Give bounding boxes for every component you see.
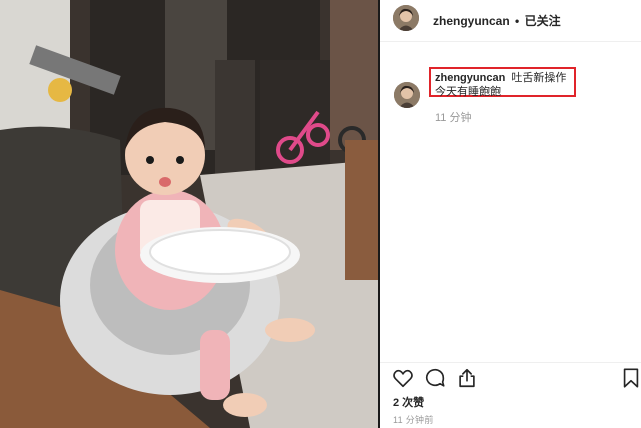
comment-avatar[interactable] bbox=[394, 82, 420, 108]
header-text: zhengyuncan • 已关注 bbox=[433, 12, 561, 29]
post-timestamp: 11 分钟前 bbox=[393, 415, 434, 425]
action-bar bbox=[380, 362, 641, 392]
bookmark-icon[interactable] bbox=[620, 367, 641, 389]
caption-text-2: 今天有睡飽飽 bbox=[435, 86, 501, 98]
post-side-panel: zhengyuncan • 已关注 zhengyuncan 吐舌新操作 今天有睡… bbox=[380, 0, 641, 428]
caption-time: 11 分钟 bbox=[435, 112, 472, 124]
caption-text-1: 吐舌新操作 bbox=[511, 72, 567, 84]
share-icon[interactable] bbox=[456, 367, 478, 389]
follow-status[interactable]: 已关注 bbox=[525, 14, 561, 28]
header-separator: • bbox=[515, 14, 520, 28]
speech-bubble-icon[interactable] bbox=[424, 367, 446, 389]
header-username[interactable]: zhengyuncan bbox=[433, 14, 510, 28]
like-count[interactable]: 2 次赞 bbox=[393, 394, 424, 410]
post-header: zhengyuncan • 已关注 bbox=[380, 0, 641, 42]
heart-icon[interactable] bbox=[392, 367, 414, 389]
avatar[interactable] bbox=[393, 5, 419, 31]
post-photo[interactable] bbox=[0, 0, 378, 428]
